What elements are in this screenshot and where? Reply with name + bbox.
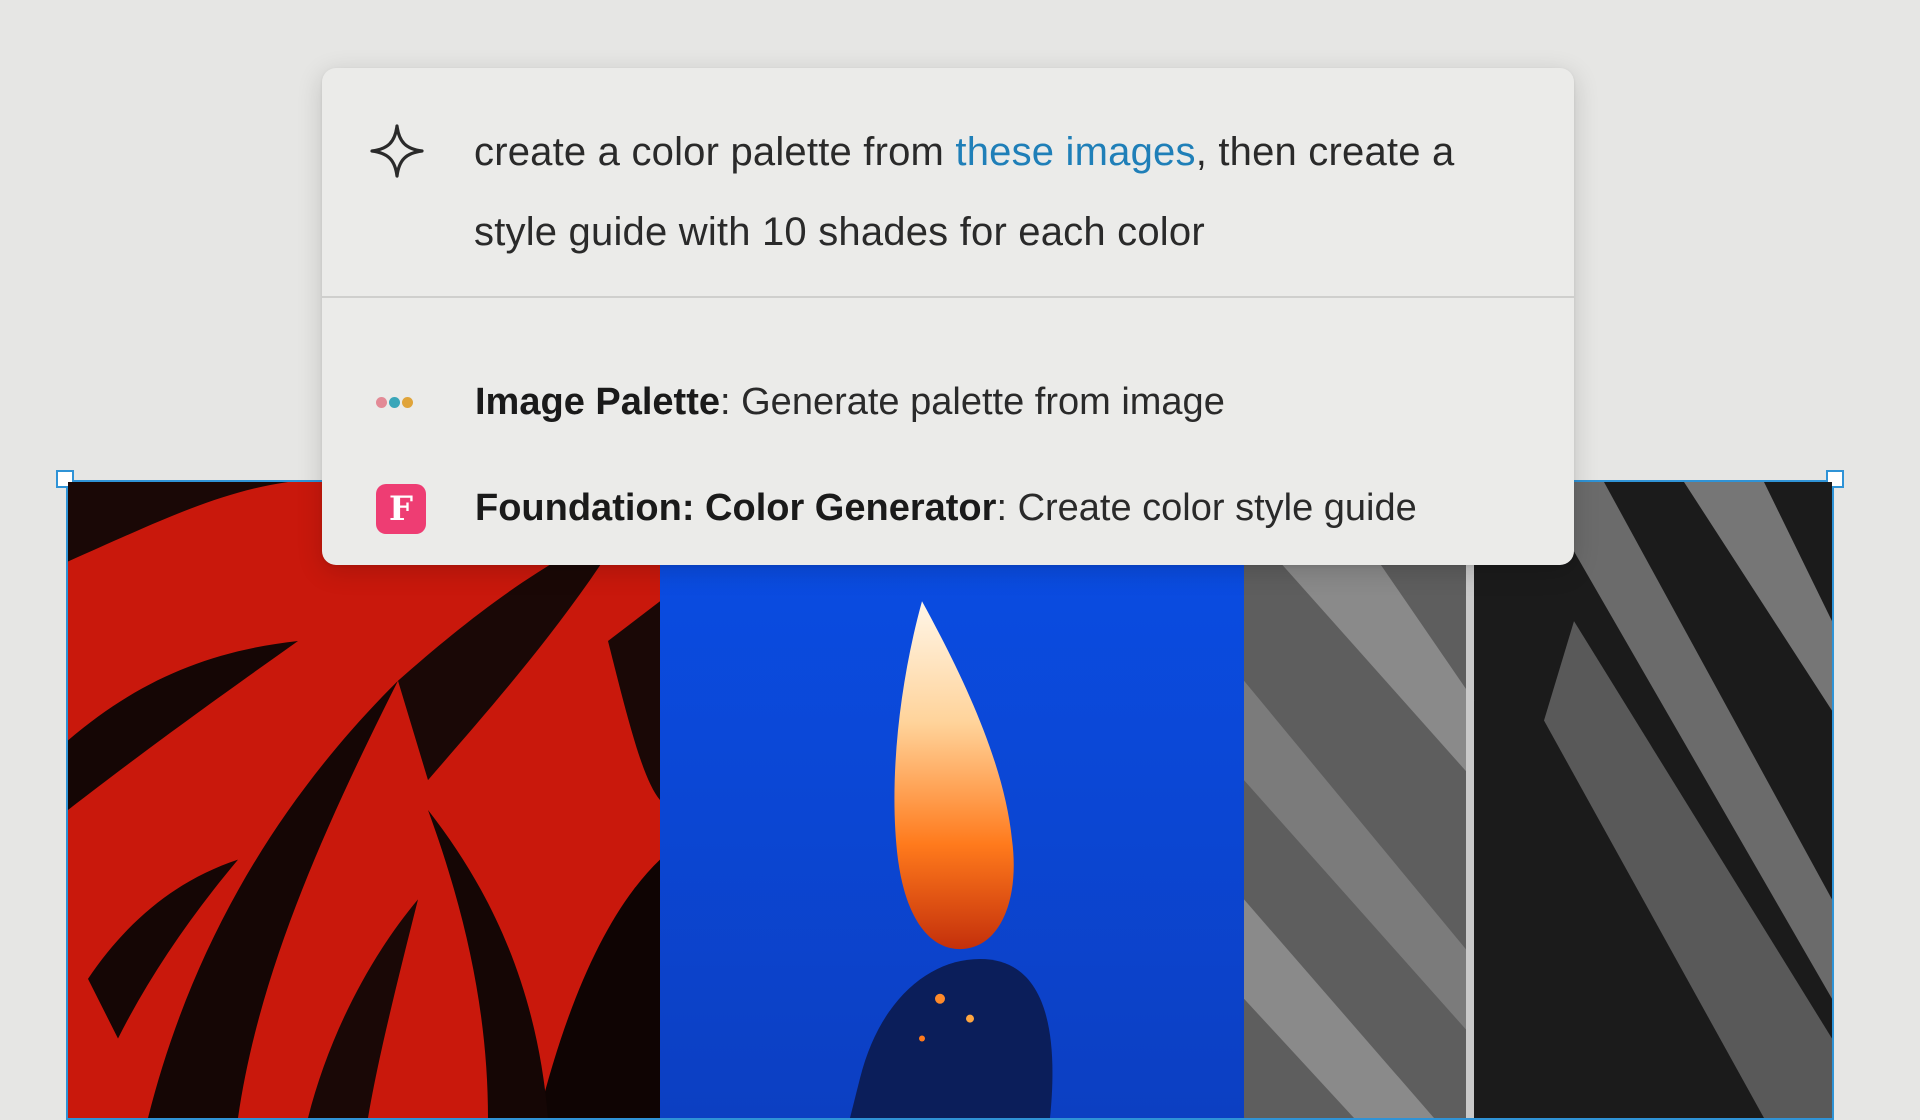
suggestion-separator: :	[996, 486, 1018, 529]
suggestion-foundation-color-generator[interactable]: F Foundation: Color Generator: Create co…	[322, 462, 1574, 554]
palette-dot-teal	[389, 397, 400, 408]
shadow-artwork	[1244, 482, 1832, 1118]
suggestion-description: Generate palette from image	[741, 380, 1225, 423]
suggestion-title: Foundation: Color Generator	[475, 486, 997, 529]
palette-dot-pink	[376, 397, 387, 408]
suggestion-description: Create color style guide	[1017, 486, 1417, 529]
prompt-text-start: create a color palette from	[474, 130, 956, 174]
gray-shadows-image[interactable]	[1244, 482, 1832, 1118]
selected-image-group[interactable]	[56, 470, 1844, 1120]
three-dots-palette-icon	[374, 378, 422, 426]
these-images-link[interactable]: these images	[955, 130, 1195, 174]
blue-flame-image[interactable]	[660, 482, 1244, 1118]
divider	[322, 296, 1574, 298]
red-leaves-image[interactable]	[68, 482, 660, 1118]
suggestion-label: Image Palette: Generate palette from ima…	[475, 381, 1225, 424]
sparkle-icon	[370, 124, 424, 178]
suggestion-separator: :	[720, 380, 742, 423]
palette-dot-amber	[402, 397, 413, 408]
prompt-area[interactable]: create a color palette from these images…	[322, 68, 1574, 296]
foundation-f-icon: F	[376, 484, 426, 534]
suggestion-title: Image Palette	[475, 380, 720, 423]
suggestion-image-palette[interactable]: Image Palette: Generate palette from ima…	[322, 356, 1574, 448]
prompt-text[interactable]: create a color palette from these images…	[474, 112, 1544, 272]
red-leaves-artwork	[68, 482, 660, 1118]
flame-artwork	[660, 482, 1244, 1118]
suggestion-label: Foundation: Color Generator: Create colo…	[475, 487, 1417, 530]
foundation-f-icon-wrap: F	[322, 484, 442, 534]
ai-command-palette: create a color palette from these images…	[322, 68, 1574, 565]
